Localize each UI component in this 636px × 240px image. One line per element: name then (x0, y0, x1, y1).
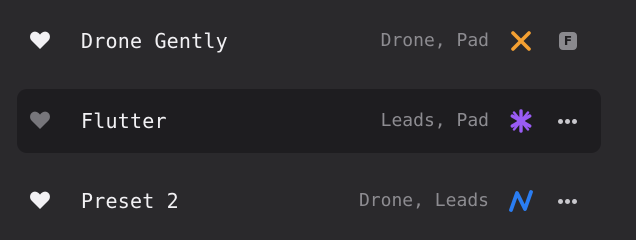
preset-row-preset-2[interactable]: Preset 2 Drone, Leads (17, 169, 601, 233)
more-options-icon[interactable] (556, 110, 580, 132)
preset-name: Preset 2 (81, 189, 179, 213)
more-options-icon[interactable] (556, 190, 580, 212)
heart-icon[interactable] (29, 190, 51, 210)
preset-name: Drone Gently (81, 29, 228, 53)
preset-tags: Drone, Pad (380, 30, 489, 51)
preset-row-flutter[interactable]: Flutter Leads, Pad (17, 89, 601, 153)
f-badge-icon[interactable]: F (556, 30, 580, 52)
heart-icon[interactable] (29, 110, 51, 130)
purple-asterisk-icon (507, 107, 535, 135)
preset-row-drone-gently[interactable]: Drone Gently Drone, Pad F (17, 9, 601, 73)
heart-icon[interactable] (29, 30, 51, 50)
preset-tags: Leads, Pad (380, 110, 489, 131)
preset-tags: Drone, Leads (358, 190, 489, 211)
preset-list: Drone Gently Drone, Pad F Flutter Leads,… (0, 0, 636, 238)
blue-zigzag-icon (507, 187, 535, 215)
orange-x-icon (507, 27, 535, 55)
preset-name: Flutter (81, 109, 167, 133)
f-badge-label: F (559, 32, 577, 50)
